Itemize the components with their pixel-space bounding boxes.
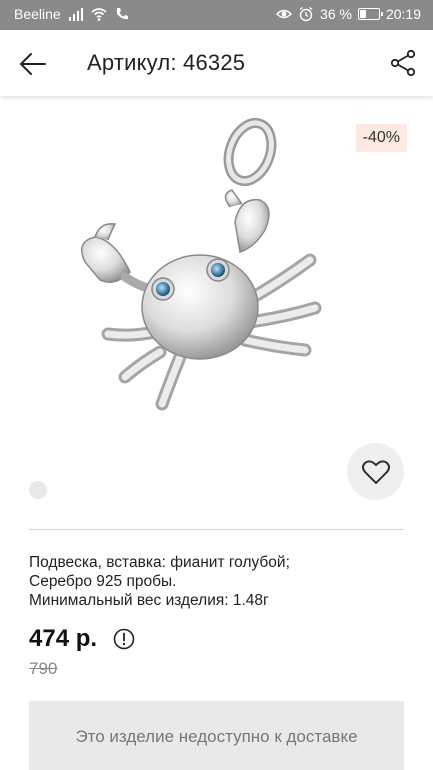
arrow-left-icon[interactable]	[18, 49, 48, 79]
favorite-button[interactable]	[347, 443, 404, 500]
product-image[interactable]	[70, 112, 340, 422]
divider	[29, 529, 404, 530]
status-bar: Beeline 36 % 20:19	[0, 0, 433, 30]
battery-icon	[357, 8, 383, 20]
page-title: Артикул: 46325	[87, 50, 246, 75]
call-icon	[116, 8, 128, 20]
product-description: Подвеска, вставка: фианит голубой; Сереб…	[29, 553, 409, 610]
info-icon[interactable]	[113, 628, 135, 650]
app-bar: Артикул: 46325	[0, 30, 433, 96]
carrier-label: Beeline	[14, 6, 61, 22]
image-pager-dot[interactable]	[29, 481, 47, 499]
signal-icon	[68, 8, 83, 21]
heart-icon	[361, 459, 390, 484]
wifi-icon	[91, 8, 107, 21]
old-price: 790	[29, 659, 58, 678]
current-price: 474 р.	[29, 625, 98, 652]
share-icon[interactable]	[389, 49, 417, 77]
eye-icon	[276, 9, 293, 19]
description-line: Минимальный вес изделия: 1.48г	[29, 592, 269, 609]
battery-percent: 36 %	[320, 6, 352, 22]
discount-badge: -40%	[355, 124, 407, 152]
alarm-icon	[299, 6, 313, 22]
unavailable-button[interactable]: Это изделие недоступно к доставке	[29, 701, 404, 770]
clock: 20:19	[385, 6, 421, 22]
description-line: Серебро 925 пробы.	[29, 573, 177, 590]
description-line: Подвеска, вставка: фианит голубой;	[29, 554, 290, 571]
unavailable-label: Это изделие недоступно к доставке	[75, 727, 358, 746]
price-row: 474 р.	[29, 625, 135, 653]
